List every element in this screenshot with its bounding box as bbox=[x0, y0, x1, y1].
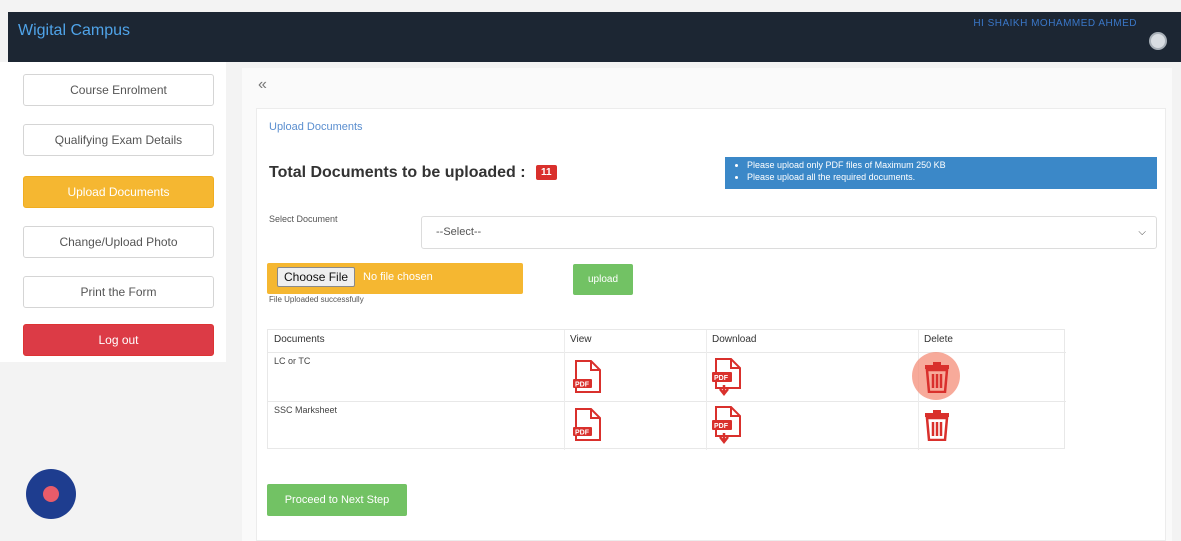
avatar-icon[interactable] bbox=[1149, 32, 1167, 50]
total-documents-label: Total Documents to be uploaded : 11 bbox=[269, 164, 557, 182]
instruction-item: Please upload all the required documents… bbox=[747, 171, 1157, 183]
pdf-file-icon[interactable]: PDF bbox=[572, 408, 602, 447]
total-documents-text: Total Documents to be uploaded : bbox=[269, 164, 526, 181]
file-status: No file chosen bbox=[363, 271, 433, 283]
pdf-file-icon[interactable]: PDF bbox=[572, 360, 602, 399]
proceed-next-step-button[interactable]: Proceed to Next Step bbox=[267, 484, 407, 516]
table-divider bbox=[268, 352, 1066, 353]
main-content: « Upload Documents Total Documents to be… bbox=[242, 68, 1172, 541]
upload-panel: Upload Documents Total Documents to be u… bbox=[256, 108, 1166, 541]
select-document-value: --Select-- bbox=[436, 226, 482, 238]
upload-status-text: File Uploaded successfully bbox=[269, 295, 364, 304]
sidebar-item-print-form[interactable]: Print the Form bbox=[23, 276, 214, 308]
help-fab-dot bbox=[43, 486, 59, 502]
table-divider bbox=[564, 330, 565, 450]
collapse-sidebar-icon[interactable]: « bbox=[258, 76, 267, 94]
table-header-delete: Delete bbox=[924, 334, 953, 345]
logout-button[interactable]: Log out bbox=[23, 324, 214, 356]
pdf-download-icon[interactable]: PDF bbox=[710, 406, 742, 451]
file-input[interactable]: Choose File No file chosen bbox=[267, 263, 523, 294]
choose-file-button[interactable]: Choose File bbox=[277, 267, 356, 287]
upload-instructions: Please upload only PDF files of Maximum … bbox=[725, 157, 1157, 189]
table-divider bbox=[706, 330, 707, 450]
sidebar: Course Enrolment Qualifying Exam Details… bbox=[0, 62, 226, 362]
select-document-dropdown[interactable]: --Select-- ⌵ bbox=[421, 216, 1157, 249]
select-document-label: Select Document bbox=[269, 214, 338, 224]
panel-title: Upload Documents bbox=[269, 121, 363, 133]
brand-logo[interactable]: Wigital Campus bbox=[18, 22, 130, 40]
sidebar-item-change-photo[interactable]: Change/Upload Photo bbox=[23, 226, 214, 258]
svg-text:PDF: PDF bbox=[714, 423, 729, 430]
help-fab-icon[interactable] bbox=[26, 469, 76, 519]
table-divider bbox=[268, 401, 1066, 402]
user-name: HI SHAIKH MOHAMMED AHMED bbox=[973, 18, 1137, 29]
table-cell-document: LC or TC bbox=[274, 356, 311, 366]
total-documents-badge: 11 bbox=[536, 165, 557, 181]
chevron-down-icon: ⌵ bbox=[1138, 227, 1146, 238]
sidebar-item-qualifying-exam[interactable]: Qualifying Exam Details bbox=[23, 124, 214, 156]
top-navbar: Wigital Campus HI SHAIKH MOHAMMED AHMED bbox=[8, 12, 1181, 62]
trash-icon[interactable] bbox=[923, 361, 951, 398]
svg-text:PDF: PDF bbox=[714, 375, 729, 382]
table-header-download: Download bbox=[712, 334, 757, 345]
table-cell-document: SSC Marksheet bbox=[274, 405, 338, 415]
instruction-item: Please upload only PDF files of Maximum … bbox=[747, 159, 1157, 171]
svg-text:PDF: PDF bbox=[575, 382, 590, 389]
sidebar-item-upload-documents[interactable]: Upload Documents bbox=[23, 176, 214, 208]
trash-icon[interactable] bbox=[923, 409, 951, 446]
pdf-download-icon[interactable]: PDF bbox=[710, 358, 742, 403]
table-header-documents: Documents bbox=[274, 334, 325, 345]
upload-button[interactable]: upload bbox=[573, 264, 633, 295]
table-header-view: View bbox=[570, 334, 592, 345]
svg-text:PDF: PDF bbox=[575, 430, 590, 437]
sidebar-item-course-enrolment[interactable]: Course Enrolment bbox=[23, 74, 214, 106]
documents-table: Documents View Download Delete LC or TC … bbox=[267, 329, 1066, 451]
